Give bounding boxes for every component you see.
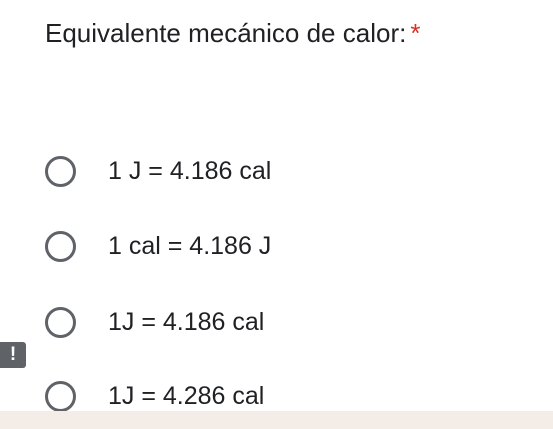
radio-option-label: 1J = 4.286 cal [108, 381, 265, 410]
radio-button-icon[interactable] [45, 306, 76, 338]
radio-button-icon[interactable] [45, 230, 76, 262]
radio-button-icon[interactable] [45, 155, 76, 187]
question-text: Equivalente mecánico de calor: [45, 18, 407, 48]
radio-option-4[interactable]: 1J = 4.286 cal [45, 376, 264, 416]
radio-button-icon[interactable] [45, 380, 76, 412]
question-title: Equivalente mecánico de calor: * [45, 18, 420, 49]
radio-option-2[interactable]: 1 cal = 4.186 J [45, 226, 271, 266]
form-question-card: Equivalente mecánico de calor: * 1 J = 4.… [0, 0, 553, 429]
required-asterisk: * [410, 18, 421, 48]
radio-option-3[interactable]: 1J = 4.186 cal [45, 302, 264, 342]
exclamation-icon: ! [0, 342, 26, 368]
radio-option-label: 1 cal = 4.186 J [108, 231, 272, 260]
radio-option-label: 1J = 4.186 cal [108, 307, 265, 336]
bottom-bar [0, 411, 553, 429]
radio-option-label: 1 J = 4.186 cal [108, 156, 272, 185]
radio-option-1[interactable]: 1 J = 4.186 cal [45, 151, 271, 191]
